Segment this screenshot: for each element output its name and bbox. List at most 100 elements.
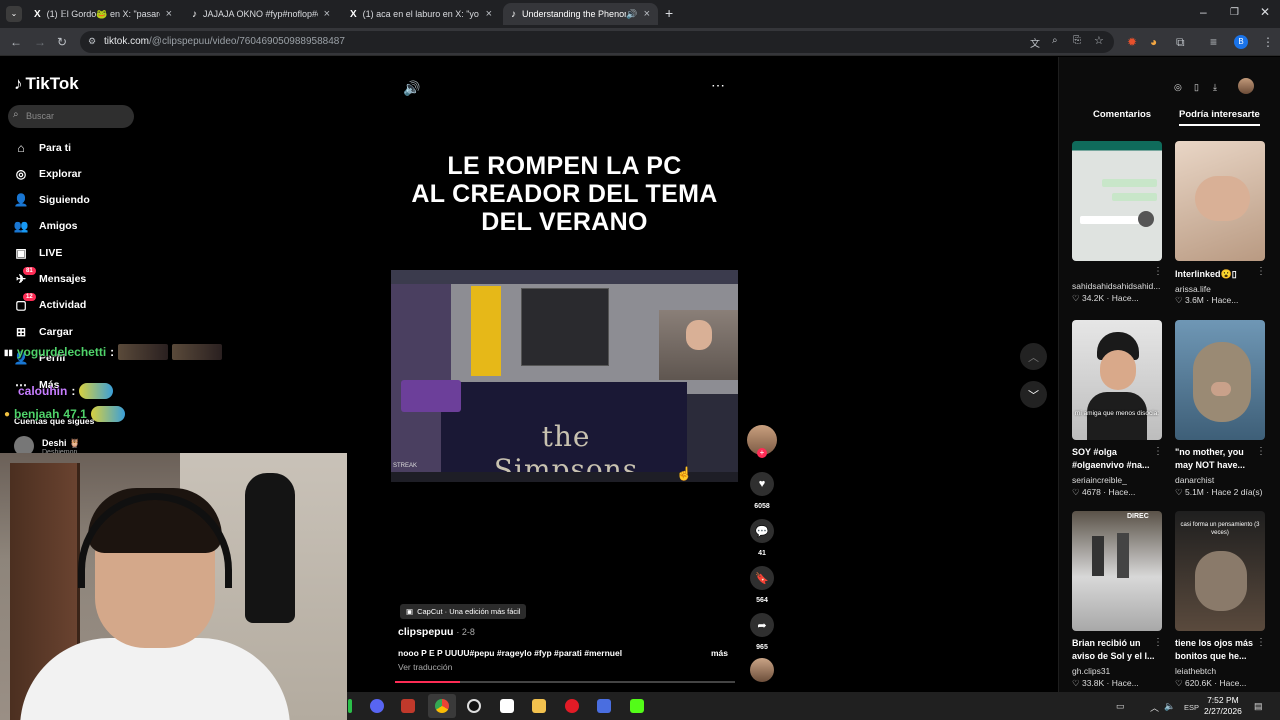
app-icon[interactable] — [401, 699, 415, 713]
video-progress-bar[interactable] — [395, 681, 735, 683]
minimize-icon[interactable]: – — [1200, 5, 1207, 19]
extension-icon[interactable]: ✹ — [1127, 35, 1137, 49]
close-icon[interactable]: × — [486, 8, 492, 20]
card-more-icon[interactable]: ⋮ — [1256, 266, 1266, 277]
card-more-icon[interactable]: ⋮ — [1153, 266, 1163, 277]
card-username[interactable]: leiathebtch — [1175, 666, 1216, 676]
site-info-icon[interactable]: ⚙ — [88, 36, 96, 47]
card-more-icon[interactable]: ⋮ — [1256, 446, 1266, 457]
more-options-icon[interactable]: ⋯ — [711, 77, 725, 94]
video-thumbnail[interactable]: mi amiga que menos disocia: — [1072, 320, 1162, 440]
sidebar-item-actividad[interactable]: ▢ 12 Actividad — [13, 293, 86, 315]
sidebar-item-live[interactable]: ▣ LIVE — [13, 243, 62, 263]
tab-podria-interesarte[interactable]: Podría interesarte — [1179, 109, 1260, 126]
tiktok-logo[interactable]: ♪ TikTok — [14, 74, 79, 94]
following-account-name[interactable]: Deshi 🦉 — [42, 438, 80, 449]
card-more-icon[interactable]: ⋮ — [1153, 446, 1163, 457]
restore-icon[interactable]: ❐ — [1230, 7, 1239, 18]
video-thumbnail[interactable] — [1072, 141, 1162, 261]
comment-button[interactable]: 💬 — [750, 519, 774, 543]
tray-volume-icon[interactable]: 🔈 — [1164, 701, 1175, 712]
user-avatar[interactable] — [1238, 78, 1254, 94]
card-username[interactable]: danarchist — [1175, 475, 1214, 485]
opera-icon[interactable] — [565, 699, 579, 713]
card-title[interactable]: Brian recibió un aviso de Sol y el l... — [1072, 637, 1158, 663]
app-icon[interactable] — [597, 699, 611, 713]
card-title[interactable]: SOY #olga #olgaenvivo #na... — [1072, 446, 1158, 472]
video-thumbnail[interactable] — [1175, 141, 1265, 261]
video-thumbnail[interactable]: casi forma un pensamiento (3 veces) — [1175, 511, 1265, 631]
next-video-button[interactable]: ﹀ — [1020, 381, 1047, 408]
sidebar-item-siguiendo[interactable]: 👤 Siguiendo — [13, 190, 90, 210]
save-button[interactable]: 🔖 — [750, 566, 774, 590]
zoom-icon[interactable]: ⌕ — [1052, 35, 1058, 46]
chrome-icon[interactable] — [435, 699, 449, 713]
video-author[interactable]: clipspepuu · 2-8 — [398, 626, 475, 638]
tab-1[interactable]: X (1) 𝔼l Gordo🐸 en X: "pasaron × — [26, 3, 180, 25]
sidebar-item-mensajes[interactable]: ✈ 81 Mensajes — [13, 267, 86, 289]
obs-icon[interactable] — [467, 699, 481, 713]
card-username[interactable]: seriaincreible_ — [1072, 475, 1127, 485]
taskbar-clock[interactable]: 7:52 PM 2/27/2026 — [1204, 695, 1242, 717]
like-button[interactable]: ♥ — [750, 472, 774, 496]
translate-icon[interactable]: 文 — [1030, 35, 1040, 50]
capcut-badge[interactable]: ▣ CapCut · Una edición más fácil — [400, 604, 527, 619]
tray-language[interactable]: ESP — [1184, 703, 1199, 712]
bookmark-star-icon[interactable]: ☆ — [1094, 34, 1104, 47]
close-icon[interactable]: × — [644, 8, 650, 20]
download-icon[interactable]: ⤓ — [1213, 82, 1217, 93]
translate-link[interactable]: Ver traducción — [398, 662, 452, 672]
close-icon[interactable]: × — [324, 8, 330, 20]
app-icon[interactable] — [348, 699, 352, 713]
tray-monitor-icon[interactable]: ▭ — [1116, 701, 1125, 712]
card-username[interactable]: gh.clips31 — [1072, 666, 1110, 676]
close-icon[interactable]: × — [166, 8, 172, 20]
reading-list-icon[interactable]: ≡ — [1210, 35, 1217, 49]
forward-icon[interactable]: → — [34, 35, 46, 49]
card-title[interactable]: tiene los ojos más bonitos que he... — [1175, 637, 1261, 663]
follow-plus-icon[interactable]: + — [757, 448, 767, 458]
device-icon[interactable]: ▯ — [1194, 82, 1199, 93]
address-bar[interactable]: ⚙ tiktok.com/@clipspepuu/video/760469050… — [80, 31, 1114, 53]
reload-icon[interactable]: ↻ — [57, 35, 67, 49]
video-thumbnail[interactable]: DIREC — [1072, 511, 1162, 631]
speaker-icon[interactable]: 🔊 — [626, 9, 637, 20]
kick-icon[interactable] — [630, 699, 644, 713]
app-icon[interactable] — [500, 699, 514, 713]
new-tab-icon[interactable]: + — [665, 5, 673, 21]
browser-menu-icon[interactable]: ⋮ — [1262, 35, 1274, 49]
extension-icon[interactable]: ◕ — [1150, 35, 1157, 49]
card-title[interactable]: "no mother, you may NOT have... — [1175, 446, 1261, 472]
card-username[interactable]: sahidsahidsahidsahid... — [1072, 281, 1160, 291]
tab-4-active[interactable]: ♪ Understanding the Phenom 🔊 × — [503, 3, 658, 25]
card-username[interactable]: arissa.life — [1175, 284, 1211, 294]
sidebar-item-amigos[interactable]: 👥 Amigos — [13, 216, 78, 236]
video-thumbnail[interactable] — [1175, 320, 1265, 440]
card-title[interactable]: Interlinked😮▯ — [1175, 268, 1261, 281]
tab-3[interactable]: X (1) aca en el laburo en X: "yo g × — [342, 3, 500, 25]
caption-more-link[interactable]: más — [711, 648, 728, 658]
window-close-icon[interactable]: ✕ — [1260, 5, 1270, 19]
install-app-icon[interactable]: ⎘ — [1073, 35, 1081, 46]
tray-chevron-icon[interactable]: ︿ — [1150, 701, 1159, 714]
sidebar-item-para-ti[interactable]: ⌂ Para ti — [13, 138, 71, 158]
sidebar-item-cargar[interactable]: ⊞ Cargar — [13, 322, 73, 342]
tab-2[interactable]: ♪ JAJAJA OKNO #fyp#noflop#car × — [184, 3, 338, 25]
tab-search-button[interactable]: ⌄ — [6, 6, 22, 22]
compass-icon[interactable]: ◎ — [1174, 82, 1182, 93]
tab-comentarios[interactable]: Comentarios — [1093, 109, 1151, 120]
card-more-icon[interactable]: ⋮ — [1256, 637, 1266, 648]
discord-icon[interactable] — [370, 699, 384, 713]
video-screen-capture[interactable]: the Simpsons STREAK — [391, 270, 738, 482]
file-explorer-icon[interactable] — [532, 699, 546, 713]
sound-avatar[interactable] — [750, 658, 774, 682]
back-icon[interactable]: ← — [10, 35, 22, 49]
search-input[interactable]: ⌕ Buscar — [8, 105, 134, 128]
notification-icon[interactable]: ▤ — [1254, 701, 1263, 712]
volume-icon[interactable]: 🔊 — [403, 80, 420, 97]
sidebar-item-explorar[interactable]: ◎ Explorar — [13, 164, 82, 184]
extensions-puzzle-icon[interactable]: ⧉ — [1176, 35, 1185, 50]
card-more-icon[interactable]: ⋮ — [1153, 637, 1163, 648]
previous-video-button[interactable]: ︿ — [1020, 343, 1047, 370]
profile-avatar[interactable]: B — [1234, 35, 1248, 49]
